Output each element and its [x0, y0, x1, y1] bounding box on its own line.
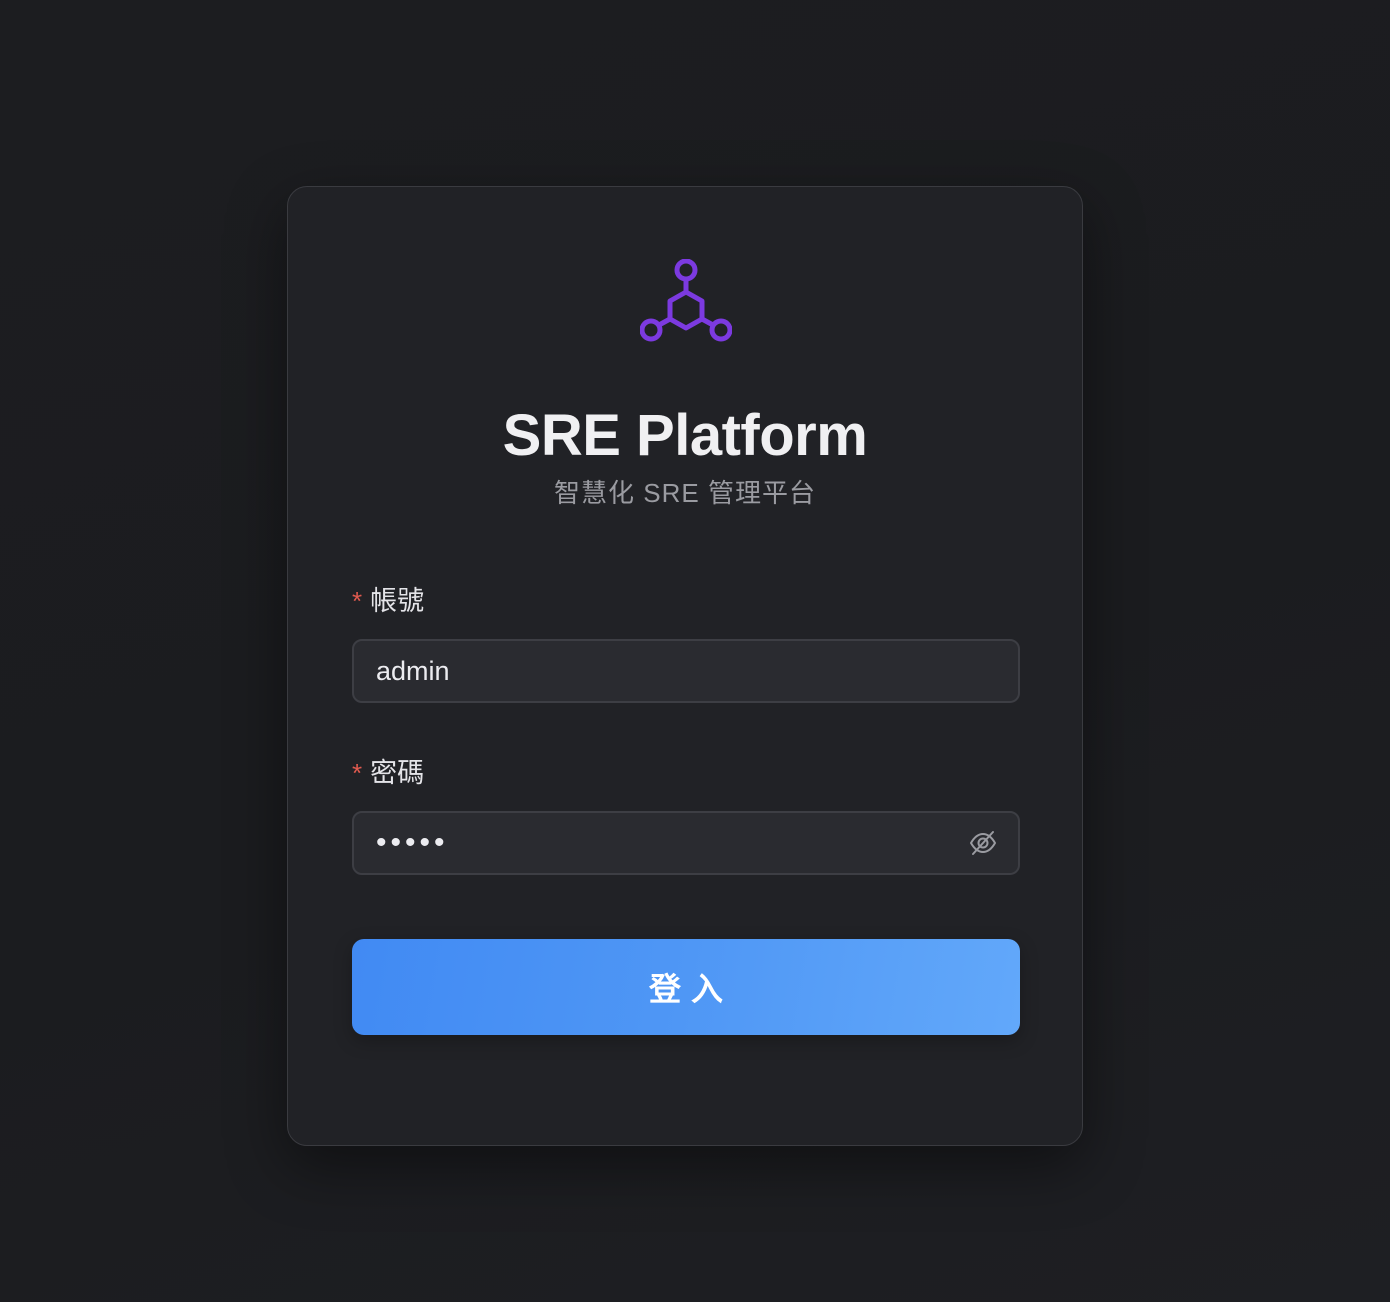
username-label: * 帳號	[352, 585, 424, 617]
network-nodes-icon	[640, 259, 732, 342]
password-field-box[interactable]	[352, 811, 1020, 875]
username-field-box[interactable]	[352, 639, 1020, 703]
required-mark: *	[352, 758, 363, 788]
required-mark: *	[352, 586, 363, 616]
eye-off-icon[interactable]	[968, 828, 998, 858]
app-subtitle: 智慧化 SRE 管理平台	[554, 478, 816, 508]
login-button[interactable]: 登入	[352, 939, 1020, 1035]
password-label: * 密碼	[352, 757, 424, 789]
app-title: SRE Platform	[502, 403, 868, 468]
login-card: SRE Platform 智慧化 SRE 管理平台 *帳號 *密碼 登入	[287, 186, 1083, 1146]
password-label-text: 密碼	[370, 758, 425, 788]
username-input[interactable]	[376, 641, 936, 701]
password-input[interactable]	[376, 813, 936, 873]
username-label-text: 帳號	[370, 586, 425, 616]
